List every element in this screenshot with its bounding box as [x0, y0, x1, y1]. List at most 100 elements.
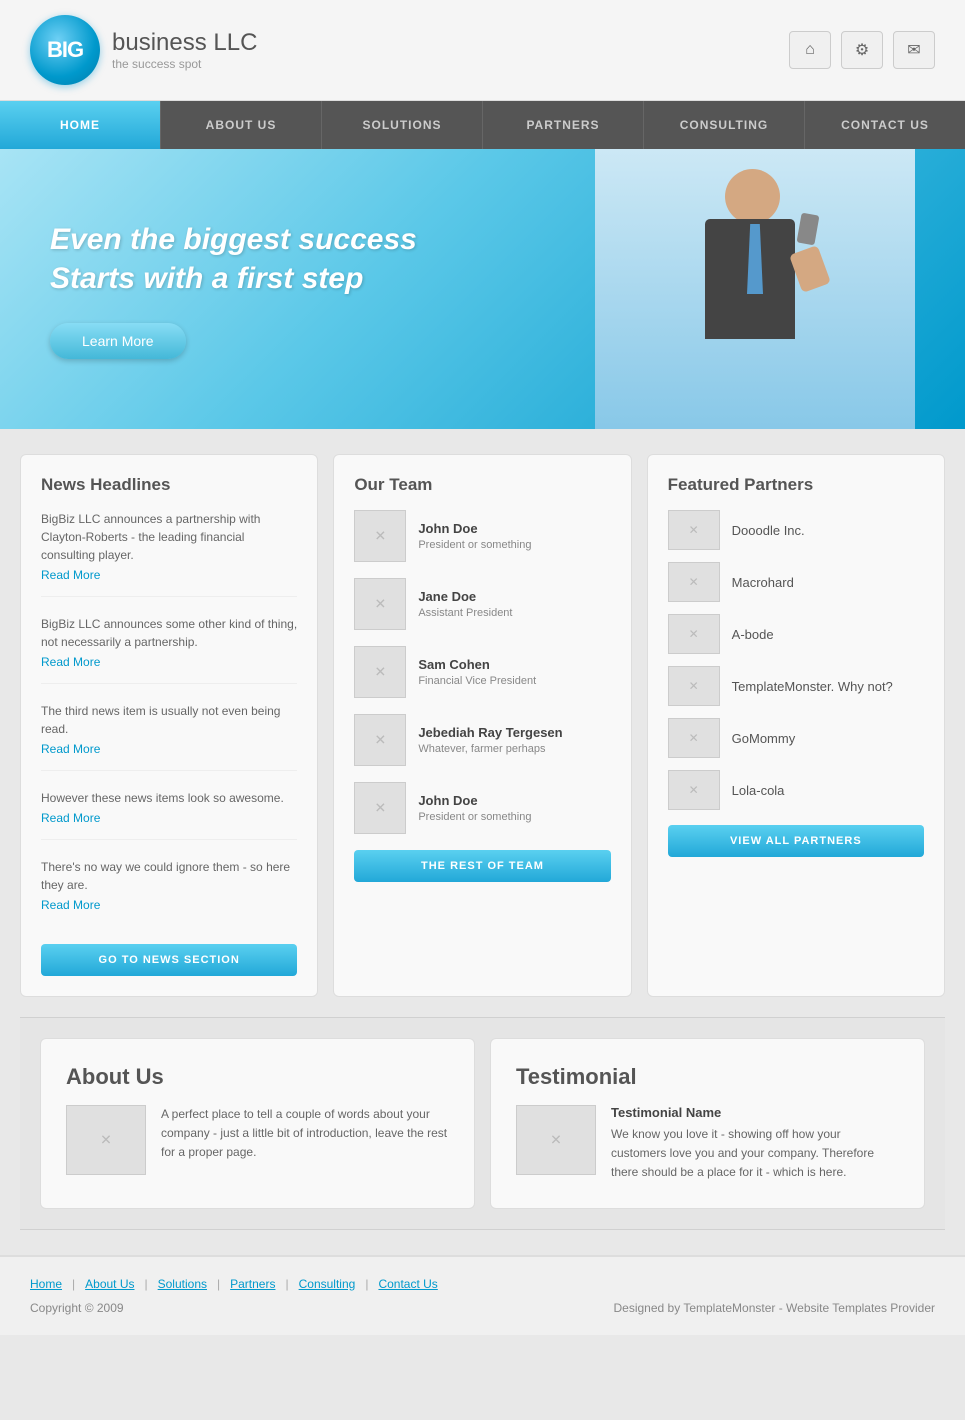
about-inner: A perfect place to tell a couple of word… [66, 1105, 449, 1175]
partner-logo-5 [668, 718, 720, 758]
team-photo-1 [354, 510, 406, 562]
partner-item-2: Macrohard [668, 562, 924, 602]
site-footer: Home | About Us | Solutions | Partners |… [0, 1255, 965, 1335]
partner-item-4: TemplateMonster. Why not? [668, 666, 924, 706]
team-info-3: Sam Cohen Financial Vice President [418, 657, 536, 687]
team-photo-4 [354, 714, 406, 766]
partners-section: Featured Partners Dooodle Inc. Macrohard… [647, 454, 945, 997]
partner-name-2: Macrohard [732, 575, 794, 590]
partner-item-1: Dooodle Inc. [668, 510, 924, 550]
mail-icon-btn[interactable]: ✉ [893, 31, 935, 69]
testimonial-section: Testimonial Testimonial Name We know you… [490, 1038, 925, 1209]
bottom-section: About Us A perfect place to tell a coupl… [20, 1017, 945, 1230]
figure-phone [797, 213, 820, 246]
news-text-5: There's no way we could ignore them - so… [41, 858, 297, 894]
footer-link-partners[interactable]: Partners [230, 1277, 275, 1291]
read-more-3[interactable]: Read More [41, 742, 297, 756]
news-item-2: BigBiz LLC announces some other kind of … [41, 615, 297, 684]
learn-more-button[interactable]: Learn More [50, 323, 186, 359]
footer-sep-5: | [360, 1277, 373, 1291]
footer-link-solutions[interactable]: Solutions [158, 1277, 207, 1291]
team-member-4: Jebediah Ray Tergesen Whatever, farmer p… [354, 714, 610, 766]
team-section: Our Team John Doe President or something… [333, 454, 631, 997]
footer-sep-3: | [212, 1277, 225, 1291]
nav-home[interactable]: HOME [0, 101, 161, 149]
partner-logo-6 [668, 770, 720, 810]
read-more-5[interactable]: Read More [41, 898, 297, 912]
about-title: About Us [66, 1064, 449, 1090]
team-name-4: Jebediah Ray Tergesen [418, 725, 562, 740]
partner-item-5: GoMommy [668, 718, 924, 758]
news-title: News Headlines [41, 475, 297, 495]
footer-sep-4: | [280, 1277, 293, 1291]
footer-link-consulting[interactable]: Consulting [299, 1277, 356, 1291]
rest-of-team-button[interactable]: THE REST OF TEAM [354, 850, 610, 882]
about-section: About Us A perfect place to tell a coupl… [40, 1038, 475, 1209]
hero-banner: Even the biggest success Starts with a f… [0, 149, 965, 429]
testimonial-inner: Testimonial Name We know you love it - s… [516, 1105, 899, 1183]
hero-text-area: Even the biggest success Starts with a f… [0, 190, 467, 389]
logo-icon: BIG [30, 15, 100, 85]
news-item-5: There's no way we could ignore them - so… [41, 858, 297, 926]
team-name-5: John Doe [418, 793, 531, 808]
people-icon-btn[interactable]: ⚙ [841, 31, 883, 69]
partner-name-6: Lola-cola [732, 783, 785, 798]
partner-name-3: A-bode [732, 627, 774, 642]
read-more-1[interactable]: Read More [41, 568, 297, 582]
nav-contact-us[interactable]: CONTACT US [805, 101, 965, 149]
footer-copyright: Copyright © 2009 [30, 1301, 124, 1315]
about-image [66, 1105, 146, 1175]
businessman-figure [625, 159, 885, 419]
nav-consulting[interactable]: CONSULTING [644, 101, 805, 149]
testimonial-text: We know you love it - showing off how yo… [611, 1125, 899, 1183]
team-photo-3 [354, 646, 406, 698]
partner-logo-1 [668, 510, 720, 550]
team-photo-5 [354, 782, 406, 834]
team-title: Our Team [354, 475, 610, 495]
read-more-4[interactable]: Read More [41, 811, 297, 825]
logo-abbr: BIG [47, 37, 83, 63]
home-icon-btn[interactable]: ⌂ [789, 31, 831, 69]
hero-image [595, 149, 915, 429]
footer-sep-1: | [67, 1277, 80, 1291]
three-column-section: News Headlines BigBiz LLC announces a pa… [20, 454, 945, 997]
team-role-2: Assistant President [418, 607, 512, 619]
partner-logo-3 [668, 614, 720, 654]
news-text-4: However these news items look so awesome… [41, 789, 297, 807]
team-role-4: Whatever, farmer perhaps [418, 743, 545, 755]
nav-solutions[interactable]: SOLUTIONS [322, 101, 483, 149]
team-name-1: John Doe [418, 521, 531, 536]
view-all-partners-button[interactable]: VIEW ALL PARTNERS [668, 825, 924, 857]
logo-name: business LLC [112, 29, 257, 57]
team-role-3: Financial Vice President [418, 675, 536, 687]
footer-links: Home | About Us | Solutions | Partners |… [30, 1277, 935, 1291]
testimonial-name: Testimonial Name [611, 1105, 899, 1120]
team-member-2: Jane Doe Assistant President [354, 578, 610, 630]
footer-link-about[interactable]: About Us [85, 1277, 134, 1291]
testimonial-title: Testimonial [516, 1064, 899, 1090]
team-role-1: President or something [418, 539, 531, 551]
logo-text: business LLC the success spot [112, 29, 257, 71]
nav-about-us[interactable]: ABOUT US [161, 101, 322, 149]
header-icons: ⌂ ⚙ ✉ [789, 31, 935, 69]
go-to-news-button[interactable]: GO TO NEWS SECTION [41, 944, 297, 976]
team-member-1: John Doe President or something [354, 510, 610, 562]
news-item-1: BigBiz LLC announces a partnership with … [41, 510, 297, 597]
footer-link-home[interactable]: Home [30, 1277, 62, 1291]
news-text-2: BigBiz LLC announces some other kind of … [41, 615, 297, 651]
news-item-4: However these news items look so awesome… [41, 789, 297, 840]
about-text: A perfect place to tell a couple of word… [161, 1105, 449, 1175]
site-header: BIG business LLC the success spot ⌂ ⚙ ✉ [0, 0, 965, 101]
partner-item-3: A-bode [668, 614, 924, 654]
team-info-2: Jane Doe Assistant President [418, 589, 512, 619]
footer-link-contact[interactable]: Contact Us [378, 1277, 437, 1291]
testimonial-content: Testimonial Name We know you love it - s… [611, 1105, 899, 1183]
team-info-1: John Doe President or something [418, 521, 531, 551]
logo-tagline: the success spot [112, 57, 257, 71]
partner-name-1: Dooodle Inc. [732, 523, 805, 538]
read-more-2[interactable]: Read More [41, 655, 297, 669]
nav-partners[interactable]: PARTNERS [483, 101, 644, 149]
team-info-4: Jebediah Ray Tergesen Whatever, farmer p… [418, 725, 562, 755]
partner-name-4: TemplateMonster. Why not? [732, 679, 893, 694]
team-member-5: John Doe President or something [354, 782, 610, 834]
